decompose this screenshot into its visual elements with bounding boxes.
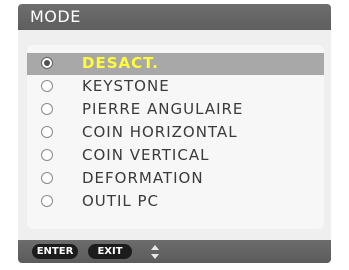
options-panel: DESACT. KEYSTONE PIERRE ANGULAIRE COIN H…	[27, 45, 324, 229]
enter-key-button[interactable]: ENTER	[32, 244, 78, 259]
mode-menu: MODE DESACT. KEYSTONE PIERRE ANGULAIRE C…	[18, 4, 331, 263]
option-label: COIN HORIZONTAL	[82, 123, 238, 141]
up-down-arrows-icon	[151, 245, 159, 259]
radio-checked-icon	[41, 57, 53, 69]
option-desact[interactable]: DESACT.	[27, 53, 324, 75]
radio-unchecked-icon	[41, 103, 53, 115]
option-pierre-angulaire[interactable]: PIERRE ANGULAIRE	[27, 99, 324, 121]
menu-footer: ENTER EXIT	[18, 240, 331, 263]
option-coin-vertical[interactable]: COIN VERTICAL	[27, 145, 324, 167]
option-deformation[interactable]: DEFORMATION	[27, 168, 324, 190]
option-label: PIERRE ANGULAIRE	[82, 100, 244, 118]
option-label: OUTIL PC	[82, 192, 160, 210]
radio-unchecked-icon	[41, 80, 53, 92]
option-coin-horizontal[interactable]: COIN HORIZONTAL	[27, 122, 324, 144]
option-keystone[interactable]: KEYSTONE	[27, 76, 324, 98]
option-label: DESACT.	[82, 54, 159, 72]
radio-unchecked-icon	[41, 149, 53, 161]
menu-header: MODE	[18, 4, 331, 30]
radio-unchecked-icon	[41, 195, 53, 207]
option-label: COIN VERTICAL	[82, 146, 210, 164]
option-outil-pc[interactable]: OUTIL PC	[27, 191, 324, 213]
option-label: DEFORMATION	[82, 169, 204, 187]
menu-title: MODE	[30, 7, 81, 26]
option-label: KEYSTONE	[82, 77, 170, 95]
radio-unchecked-icon	[41, 172, 53, 184]
radio-unchecked-icon	[41, 126, 53, 138]
exit-key-button[interactable]: EXIT	[88, 244, 132, 259]
